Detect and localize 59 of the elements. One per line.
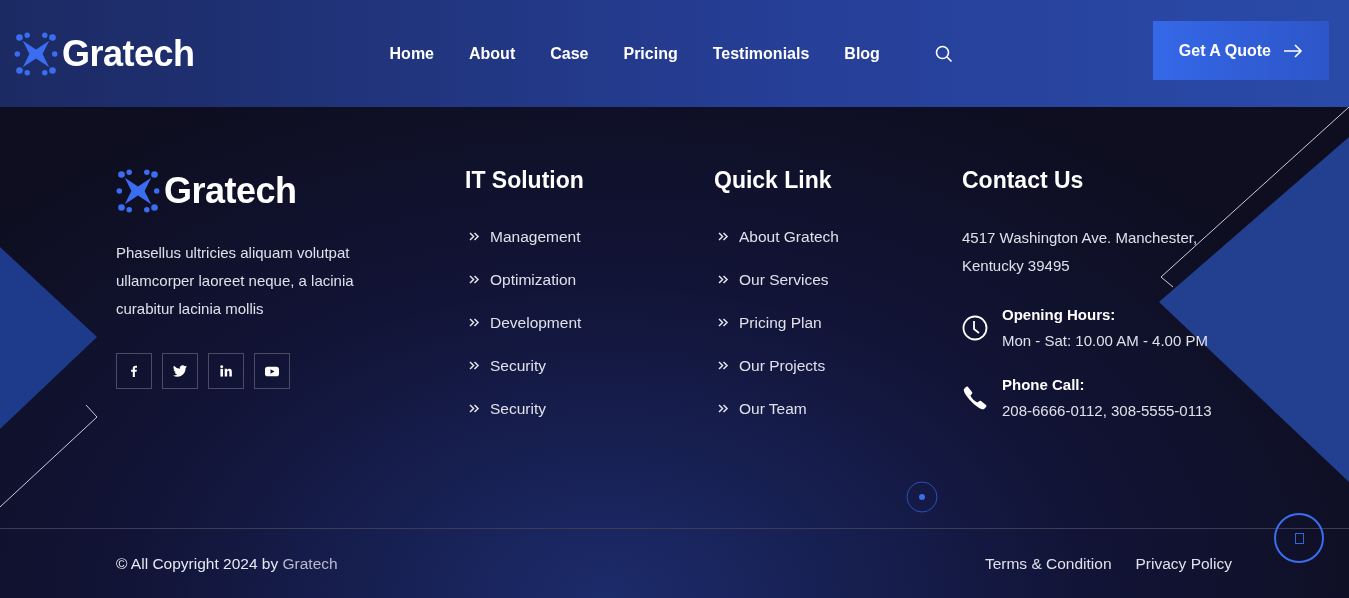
nav-link[interactable]: Testimonials: [712, 44, 810, 63]
ring-dot-decoration: [906, 481, 938, 513]
nav-link[interactable]: Pricing: [623, 44, 678, 63]
facebook-button[interactable]: [116, 353, 152, 389]
company-description: Phasellus ultricies aliquam volutpat ullamcorper laoreet neque, a lacinia curabitur lacinia mollis: [116, 243, 355, 319]
footer-link[interactable]: Pricing Plan: [739, 312, 822, 333]
contact-value: 208-6666-0112, 308-5555-0113: [1002, 401, 1212, 421]
footer-link[interactable]: Development: [490, 312, 582, 333]
chevrons-icon: [469, 232, 480, 241]
nav-link[interactable]: Case: [550, 44, 589, 63]
nav-link[interactable]: Blog: [844, 44, 880, 63]
column-heading: Quick Link: [714, 167, 833, 194]
chevrons-icon: [718, 404, 729, 413]
chevrons-icon: [469, 404, 480, 413]
contact-label: Opening Hours:: [1002, 305, 1117, 325]
column-heading: Contact Us: [962, 167, 1085, 194]
chevrons-icon: [718, 232, 729, 241]
scroll-top-button[interactable]: [1274, 513, 1324, 563]
youtube-button[interactable]: [254, 353, 290, 389]
linkedin-button[interactable]: [208, 353, 244, 389]
footer-link[interactable]: Optimization: [490, 269, 577, 290]
chevrons-icon: [718, 318, 729, 327]
footer-link[interactable]: Our Services: [739, 269, 829, 290]
logo-text[interactable]: Gratech: [62, 32, 195, 75]
nav-link[interactable]: Home: [389, 44, 434, 63]
nav-link[interactable]: About: [469, 44, 516, 63]
arrow-right-icon: [1283, 43, 1303, 58]
footer-link[interactable]: Security: [490, 398, 546, 419]
copyright-text: © All Copyright 2024 by Gratech: [116, 555, 338, 573]
legal-link[interactable]: Privacy Policy: [1135, 555, 1232, 573]
chevrons-icon: [469, 275, 480, 284]
chevrons-icon: [718, 275, 729, 284]
youtube-icon: [265, 365, 279, 377]
twitter-icon: [173, 365, 187, 377]
footer-link[interactable]: Our Team: [739, 398, 807, 419]
chevrons-icon: [718, 361, 729, 370]
address-text: 4517 Washington Ave. Manchester, Kentucky 39495: [962, 228, 1199, 276]
facebook-icon: [128, 365, 140, 377]
chevrons-icon: [469, 318, 480, 327]
footer-link[interactable]: About Gratech: [739, 226, 839, 247]
column-heading: IT Solution: [465, 167, 585, 194]
contact-label: Phone Call:: [1002, 375, 1086, 395]
twitter-button[interactable]: [162, 353, 198, 389]
footer-link[interactable]: Management: [490, 226, 581, 247]
logo-icon: [116, 169, 160, 213]
footer-link[interactable]: Our Projects: [739, 355, 826, 376]
company-link[interactable]: Gratech: [282, 555, 338, 572]
square-icon: [1294, 532, 1304, 544]
footer-link[interactable]: Security: [490, 355, 546, 376]
contact-value: Mon - Sat: 10.00 AM - 4.00 PM: [1002, 331, 1208, 351]
logo-text[interactable]: Gratech: [164, 170, 297, 212]
linkedin-icon: [220, 365, 232, 377]
legal-link[interactable]: Terms & Condition: [984, 555, 1112, 573]
logo-icon: [14, 31, 58, 76]
chevrons-icon: [469, 361, 480, 370]
phone-icon: [962, 385, 988, 411]
clock-icon: [962, 315, 988, 341]
search-icon[interactable]: [934, 44, 953, 63]
get-quote-button[interactable]: Get A Quote: [1152, 21, 1329, 80]
